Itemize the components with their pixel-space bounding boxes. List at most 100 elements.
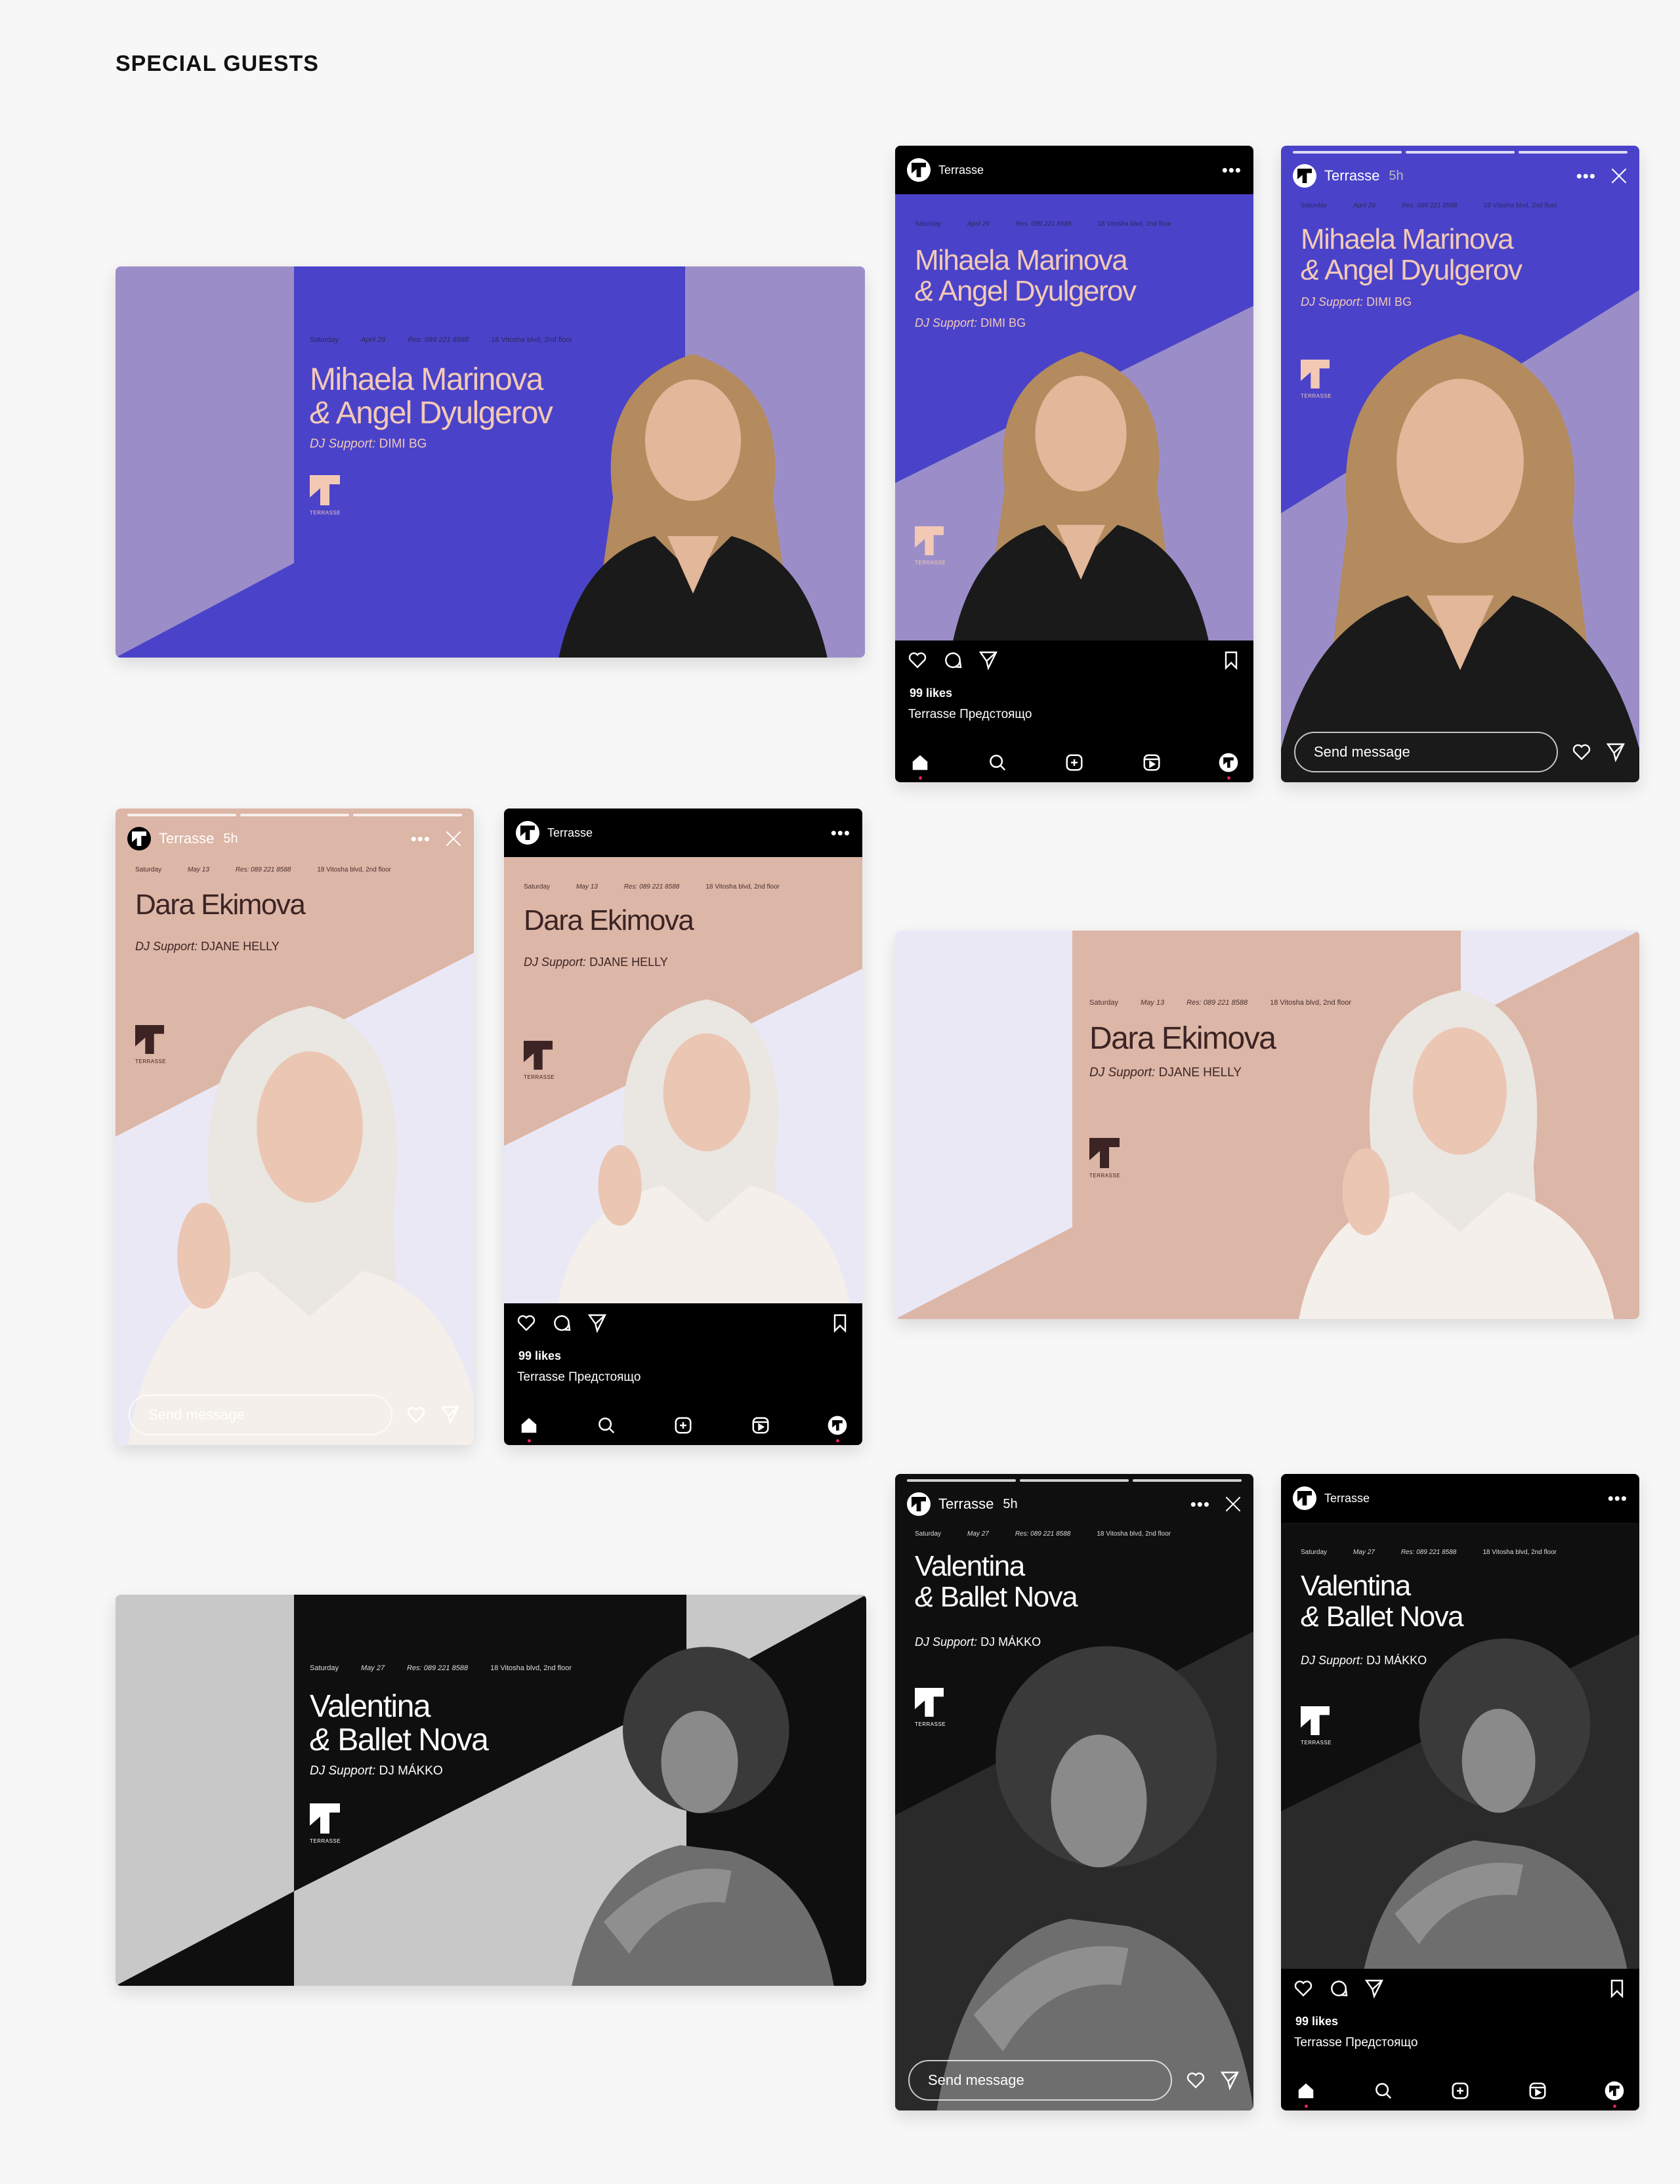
create-post-icon[interactable] [1062, 751, 1086, 774]
logo-wordmark: TERRASSE [524, 1074, 555, 1080]
feed-post-dara[interactable]: Terrasse ••• Saturday May 13 Res: 089 22… [504, 808, 862, 1445]
guest-portrait [1281, 297, 1639, 782]
event-date: May 27 [361, 1664, 385, 1672]
account-avatar[interactable] [907, 158, 931, 182]
guest-portrait [1334, 1621, 1639, 1969]
feed-post-valentina[interactable]: Terrasse ••• Saturday May 27 Res: 089 22… [1281, 1474, 1639, 2110]
reels-icon[interactable] [749, 1414, 772, 1437]
more-options-icon[interactable]: ••• [411, 830, 430, 847]
headline-line2: & Ballet Nova [915, 1582, 1078, 1613]
more-options-icon[interactable]: ••• [1608, 1490, 1628, 1507]
search-icon[interactable] [986, 751, 1009, 774]
share-send-icon[interactable] [1219, 2070, 1240, 2091]
account-name[interactable]: Terrasse [1324, 1492, 1370, 1505]
account-avatar[interactable] [1293, 1486, 1316, 1510]
like-heart-icon[interactable] [1185, 2070, 1206, 2091]
profile-avatar-icon[interactable] [826, 1414, 849, 1442]
feed-post-mihaela[interactable]: Terrasse ••• Saturday April 29 Res: 089 … [895, 146, 1253, 782]
send-message-input[interactable]: Send message [1294, 732, 1558, 772]
story-header: Terrasse 5h ••• [1281, 146, 1639, 205]
like-heart-icon[interactable] [516, 1312, 537, 1334]
like-heart-icon[interactable] [1293, 1978, 1314, 1999]
headline-line1: Mihaela Marinova [915, 244, 1128, 276]
banner-valentina[interactable]: Saturday May 27 Res: 089 221 8588 18 Vit… [116, 1595, 866, 1986]
profile-avatar-icon[interactable] [1217, 751, 1240, 780]
story-mihaela[interactable]: Saturday April 29 Res: 089 221 8588 18 V… [1281, 146, 1639, 782]
story-progress [907, 1479, 1242, 1482]
headline-line2-text: Ballet Nova [1326, 1600, 1464, 1633]
headline-line2-text: Angel Dyulgerov [1324, 253, 1522, 286]
share-send-icon[interactable] [978, 650, 999, 671]
more-options-icon[interactable]: ••• [1190, 1496, 1210, 1513]
story-dara[interactable]: Saturday May 13 Res: 089 221 8588 18 Vit… [116, 808, 474, 1445]
headline-line1: Dara Ekimova [135, 889, 306, 921]
account-avatar[interactable] [127, 827, 151, 850]
logo-wordmark: TERRASSE [915, 560, 946, 566]
home-icon[interactable] [908, 751, 932, 780]
banner-mihaela[interactable]: Saturday April 29 Res: 089 221 8588 18 V… [116, 266, 865, 658]
event-headline: Valentina & Ballet Nova [915, 1550, 1078, 1613]
guest-portrait [116, 953, 474, 1445]
share-send-icon[interactable] [440, 1404, 461, 1425]
home-icon[interactable] [1294, 2079, 1318, 2108]
close-icon[interactable] [1610, 167, 1628, 184]
like-heart-icon[interactable] [907, 650, 928, 671]
dj-support-name: DIMI BG [1366, 295, 1412, 308]
search-icon[interactable] [1372, 2079, 1395, 2103]
account-name[interactable]: Terrasse [938, 163, 984, 177]
send-message-input[interactable]: Send message [129, 1395, 392, 1435]
headline-line1: Mihaela Marinova [1301, 223, 1514, 255]
comment-icon[interactable] [1328, 1978, 1349, 1999]
dj-support-name: DIMI BG [379, 437, 427, 451]
dj-support: DJ Support: DJANE HELLY [524, 956, 668, 969]
account-name[interactable]: Terrasse [1324, 167, 1379, 184]
event-day: Saturday [1301, 1549, 1328, 1556]
account-name[interactable]: Terrasse [938, 1496, 994, 1513]
logo-wordmark: TERRASSE [1301, 393, 1332, 399]
close-icon[interactable] [1225, 1496, 1242, 1513]
bookmark-icon[interactable] [1221, 650, 1242, 671]
dj-support-label: DJ Support: [915, 316, 978, 329]
headline-line1: Valentina [915, 1550, 1025, 1582]
post-header: Terrasse ••• [504, 808, 862, 857]
account-avatar[interactable] [907, 1492, 931, 1516]
send-message-input[interactable]: Send message [908, 2060, 1172, 2101]
account-avatar[interactable] [516, 821, 539, 845]
story-reply-bar: Send message [129, 1394, 461, 1436]
logo-wordmark: TERRASSE [915, 1721, 946, 1727]
create-post-icon[interactable] [1448, 2079, 1472, 2103]
comment-icon[interactable] [551, 1312, 572, 1334]
bookmark-icon[interactable] [830, 1312, 850, 1334]
account-avatar[interactable] [1293, 164, 1316, 188]
event-reservation: Res: 089 221 8588 [1400, 1549, 1457, 1556]
post-footer: 99 likes Terrasse Предстоящо [1281, 1969, 1639, 2110]
account-name[interactable]: Terrasse [547, 826, 593, 840]
share-send-icon[interactable] [1605, 742, 1626, 763]
story-valentina[interactable]: Saturday May 27 Res: 089 221 8588 18 Vit… [895, 1474, 1253, 2110]
account-name[interactable]: Terrasse [159, 830, 214, 847]
profile-avatar-icon[interactable] [1603, 2079, 1626, 2108]
more-options-icon[interactable]: ••• [1576, 167, 1596, 184]
dj-support-label: DJ Support: [524, 956, 587, 969]
share-send-icon[interactable] [587, 1312, 608, 1334]
guest-portrait [908, 306, 1253, 640]
terrasse-logo: TERRASSE [915, 1688, 946, 1727]
headline-line2-text: Ballet Nova [337, 1722, 488, 1757]
event-date: April 29 [361, 336, 386, 344]
bookmark-icon[interactable] [1606, 1978, 1628, 1999]
search-icon[interactable] [595, 1414, 618, 1437]
share-send-icon[interactable] [1364, 1978, 1385, 1999]
like-heart-icon[interactable] [406, 1404, 427, 1425]
home-icon[interactable] [517, 1414, 541, 1442]
dj-support-label: DJ Support: [310, 437, 376, 451]
close-icon[interactable] [445, 830, 462, 847]
create-post-icon[interactable] [671, 1414, 695, 1437]
like-heart-icon[interactable] [1571, 742, 1592, 763]
more-options-icon[interactable]: ••• [1222, 161, 1242, 178]
story-reply-bar: Send message [908, 2059, 1240, 2101]
reels-icon[interactable] [1140, 751, 1164, 774]
banner-dara[interactable]: Saturday May 13 Res: 089 221 8588 18 Vit… [895, 931, 1639, 1319]
reels-icon[interactable] [1526, 2079, 1549, 2103]
comment-icon[interactable] [942, 650, 963, 671]
more-options-icon[interactable]: ••• [831, 824, 850, 841]
